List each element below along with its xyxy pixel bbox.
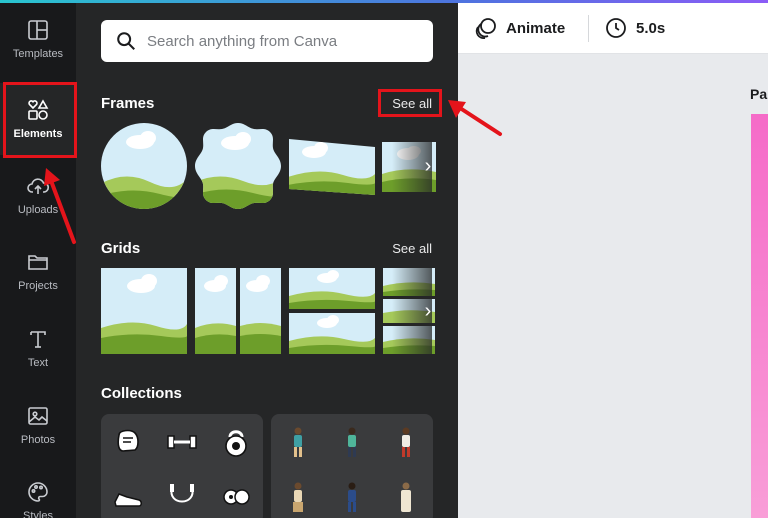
- design-page[interactable]: [751, 114, 768, 518]
- frames-next-button[interactable]: ›: [418, 143, 438, 189]
- rail-item-label: Photos: [20, 434, 56, 446]
- boxing-glove-icon: [117, 429, 139, 452]
- upload-cloud-icon: [27, 178, 50, 194]
- person-illustration-icon: [402, 427, 410, 457]
- person-illustration-icon: [294, 427, 302, 457]
- folder-icon: [28, 255, 48, 270]
- rail-item-label: Templates: [12, 48, 64, 60]
- grid-single[interactable]: [101, 268, 187, 354]
- elements-icon: [28, 99, 49, 120]
- elements-panel: Frames See all: [76, 3, 458, 518]
- search-input[interactable]: [147, 32, 417, 50]
- frame-scalloped[interactable]: [193, 121, 283, 211]
- clock-icon: [606, 18, 626, 38]
- search-icon: [117, 32, 135, 50]
- page-title: Pa: [750, 86, 768, 102]
- search-box[interactable]: [101, 20, 433, 62]
- dumbbell-icon: [167, 434, 197, 449]
- chevron-right-icon: ›: [424, 299, 432, 322]
- editor-toolbar: Animate 5.0s: [458, 3, 768, 54]
- kettlebell-icon: [225, 429, 247, 457]
- rail-item-elements[interactable]: Elements: [0, 83, 76, 155]
- rail-item-label: Text: [27, 357, 49, 369]
- jump-rope-icon: [170, 483, 194, 502]
- rail-item-styles[interactable]: Styles: [0, 465, 76, 518]
- person-illustration-icon: [401, 482, 411, 512]
- image-icon: [28, 407, 48, 425]
- collection-card-fitness-icons[interactable]: [101, 414, 263, 518]
- toolbar-divider: [588, 15, 589, 42]
- rail-item-label: Uploads: [17, 204, 59, 216]
- canvas-area: [458, 54, 768, 518]
- canva-editor: { "rail": { "items": [ {"label": "Templa…: [0, 0, 768, 518]
- templates-icon: [28, 20, 48, 40]
- duration-label: 5.0s: [636, 19, 666, 37]
- duration-button[interactable]: 5.0s: [604, 3, 665, 53]
- frames-title: Frames: [101, 95, 155, 112]
- side-navigation-rail: Templates Elements Uploads Projects Text…: [0, 3, 76, 518]
- person-illustration-icon: [293, 482, 303, 512]
- grids-title: Grids: [101, 240, 141, 257]
- rail-item-uploads[interactable]: Uploads: [0, 159, 76, 231]
- rail-item-projects[interactable]: Projects: [0, 235, 76, 307]
- animate-label: Animate: [506, 19, 566, 37]
- text-icon: [30, 331, 46, 348]
- chevron-right-icon: ›: [424, 154, 432, 177]
- person-illustration-icon: [348, 427, 356, 457]
- animate-button[interactable]: Animate: [474, 3, 565, 53]
- rail-item-label: Elements: [13, 128, 63, 140]
- frames-see-all-link[interactable]: See all: [392, 96, 432, 111]
- grids-see-all-link[interactable]: See all: [392, 241, 432, 256]
- grid-two-rows[interactable]: [289, 268, 375, 354]
- rail-item-label: Projects: [18, 280, 58, 292]
- collections-title: Collections: [101, 385, 182, 402]
- grids-next-button[interactable]: ›: [418, 288, 438, 334]
- animate-icon: [475, 18, 496, 39]
- rail-item-text[interactable]: Text: [0, 312, 76, 384]
- sneaker-icon: [114, 492, 142, 507]
- rail-item-photos[interactable]: Photos: [0, 389, 76, 461]
- frame-skewed-rectangle[interactable]: [288, 137, 376, 197]
- palette-icon: [28, 482, 48, 502]
- frame-circle[interactable]: [100, 122, 188, 210]
- rail-item-templates[interactable]: Templates: [0, 3, 76, 75]
- grid-two-columns[interactable]: [195, 268, 281, 354]
- rail-item-label: Styles: [23, 510, 53, 518]
- weights-icon: [223, 488, 250, 505]
- collection-card-people[interactable]: [271, 414, 433, 518]
- person-illustration-icon: [348, 482, 356, 512]
